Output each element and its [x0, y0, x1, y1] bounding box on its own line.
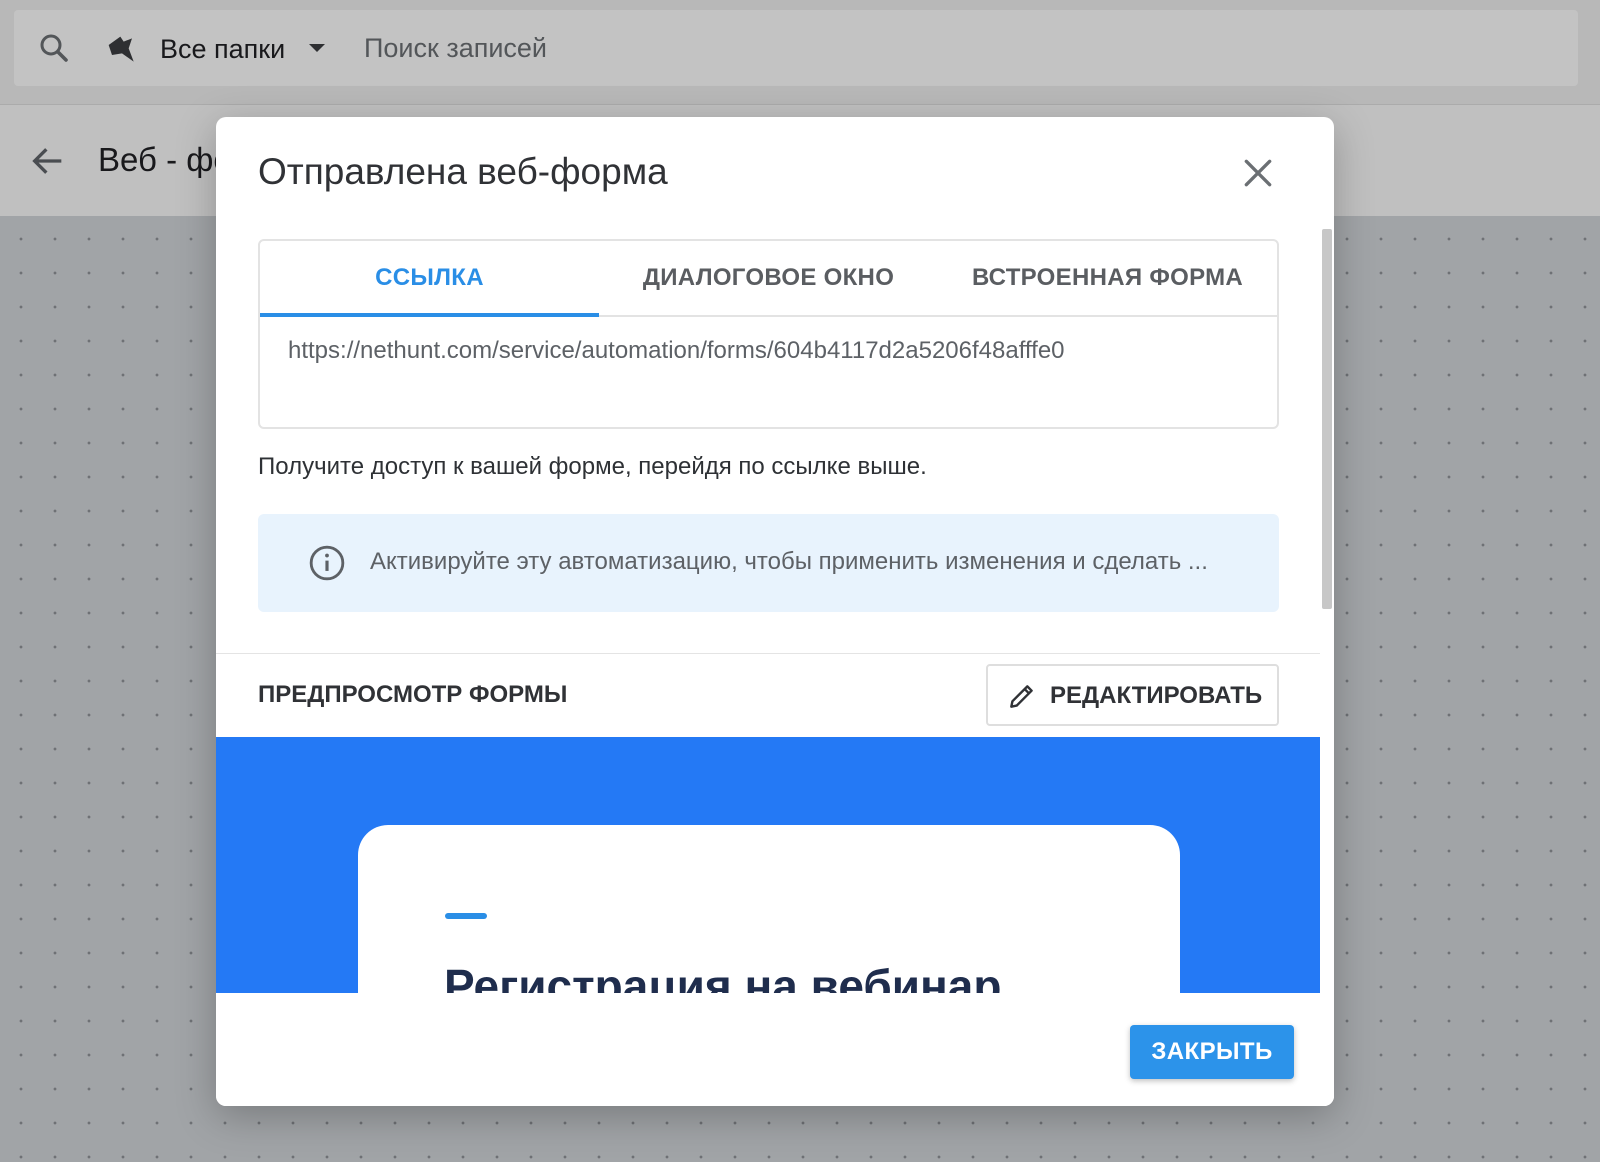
form-link[interactable]: https://nethunt.com/service/automation/f…: [288, 337, 1065, 365]
divider: [216, 653, 1320, 654]
close-button[interactable]: ЗАКРЫТЬ: [1130, 1025, 1294, 1079]
help-text: Получите доступ к вашей форме, перейдя п…: [258, 453, 927, 480]
pencil-icon: [1010, 685, 1033, 708]
tab-dialog-window[interactable]: ДИАЛОГОВОЕ ОКНО: [599, 241, 938, 315]
scrollbar-thumb[interactable]: [1322, 229, 1332, 609]
preview-card: Регистрация на вебинар: [358, 825, 1180, 993]
info-text: Активируйте эту автоматизацию, чтобы при…: [370, 548, 1208, 575]
tabs: ССЫЛКА ДИАЛОГОВОЕ ОКНО ВСТРОЕННАЯ ФОРМА: [260, 241, 1277, 317]
share-tabs-card: ССЫЛКА ДИАЛОГОВОЕ ОКНО ВСТРОЕННАЯ ФОРМА …: [258, 239, 1279, 429]
preview-accent-line: [445, 913, 487, 919]
tab-link[interactable]: ССЫЛКА: [260, 241, 599, 317]
webform-dialog: Отправлена веб-форма ССЫЛКА ДИАЛОГОВОЕ О…: [216, 117, 1334, 1106]
info-banner: Активируйте эту автоматизацию, чтобы при…: [258, 514, 1279, 612]
preview-label: ПРЕДПРОСМОТР ФОРМЫ: [258, 681, 568, 708]
close-icon[interactable]: [1238, 153, 1278, 193]
dialog-title: Отправлена веб-форма: [258, 151, 668, 192]
edit-button[interactable]: РЕДАКТИРОВАТЬ: [986, 664, 1279, 726]
preview-heading: Регистрация на вебинар: [444, 960, 1002, 993]
info-icon: [309, 545, 345, 581]
form-preview: Регистрация на вебинар: [216, 737, 1320, 993]
tab-embedded-form[interactable]: ВСТРОЕННАЯ ФОРМА: [938, 241, 1277, 315]
edit-button-label: РЕДАКТИРОВАТЬ: [1050, 682, 1263, 709]
